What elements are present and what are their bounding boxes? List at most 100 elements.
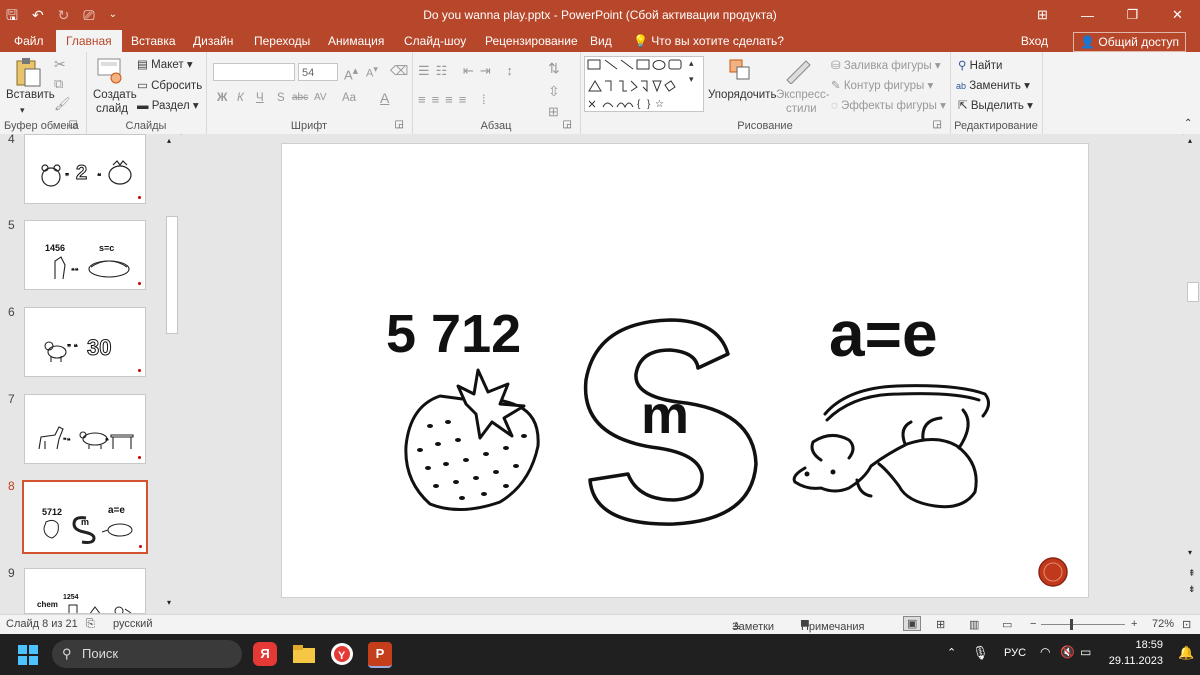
shape-outline-button[interactable]: ✎ Контур фигуры ▾ xyxy=(831,78,933,92)
shapes-icons[interactable]: {} ☆ xyxy=(585,57,703,111)
paste-button[interactable]: Вставить xyxy=(6,89,55,101)
section-button[interactable]: ▬ Раздел ▾ xyxy=(137,98,199,112)
notifications-bell-icon[interactable]: 🔔 xyxy=(1178,645,1194,661)
clock-time[interactable]: 18:59 xyxy=(1111,639,1163,651)
file-explorer-icon[interactable] xyxy=(292,642,316,666)
clear-format-icon[interactable]: ⌫ xyxy=(390,63,408,79)
share-button[interactable]: 👤 Общий доступ xyxy=(1073,32,1186,52)
new-slide-button[interactable]: Создать xyxy=(93,89,137,101)
volume-muted-icon[interactable]: 🔇 xyxy=(1060,645,1075,659)
strikethrough-button[interactable]: abc xyxy=(292,92,308,103)
input-language[interactable]: РУС xyxy=(1004,647,1026,659)
fit-slide-icon[interactable]: ⊡ xyxy=(1182,618,1191,631)
grow-font-icon[interactable]: A▴ xyxy=(344,64,358,82)
thumbnail-slide-6[interactable]: ❞ ❝ 30 xyxy=(24,307,146,377)
select-button[interactable]: ⇱ Выделить ▾ xyxy=(958,98,1033,112)
scroll-up-arrow-icon[interactable]: ▴ xyxy=(1188,136,1192,145)
restore-button[interactable]: ❐ xyxy=(1110,0,1155,30)
close-button[interactable]: ✕ xyxy=(1155,0,1200,30)
shapes-scroll-up[interactable]: ▴ xyxy=(689,58,694,69)
battery-icon[interactable]: ▭ xyxy=(1080,645,1091,659)
clipboard-launcher-icon[interactable]: ◲ xyxy=(69,119,78,130)
change-case-button[interactable]: Aa xyxy=(342,92,356,104)
paste-dropdown-icon[interactable]: ▾ xyxy=(20,105,25,116)
thumbnail-slide-4[interactable]: ❞ ❝ 2 xyxy=(24,134,146,204)
list-buttons-row[interactable]: ☰☷ ⇤⇥ ↕ xyxy=(418,63,519,79)
taskbar-search[interactable]: ⚲ Поиск xyxy=(52,640,242,668)
current-slide[interactable]: 5 712 a=e m xyxy=(281,143,1089,598)
slideshow-view-icon[interactable]: ▭ xyxy=(1002,618,1012,631)
thumbnail-slide-7[interactable]: ❞❝ ❝ xyxy=(24,394,146,464)
shadow-button[interactable]: S xyxy=(277,92,285,104)
shape-fill-button[interactable]: ⛁ Заливка фигуры ▾ xyxy=(831,58,941,72)
zoom-out-icon[interactable]: − xyxy=(1030,618,1036,630)
copy-icon[interactable]: ⧉ xyxy=(54,76,63,92)
yandex-app-icon[interactable]: Я xyxy=(253,642,277,666)
thumbnail-slide-5[interactable]: 1456 s=c ❝❝ xyxy=(24,220,146,290)
arrange-button[interactable]: Упорядочить xyxy=(708,89,776,101)
thumbnail-slide-9[interactable]: 1254 chem xyxy=(24,568,146,614)
align-buttons-row[interactable]: ≡≡≡≡ ⁞ xyxy=(418,92,492,107)
shape-effects-button[interactable]: ◌ Эффекты фигуры ▾ xyxy=(831,98,946,112)
smartart-icon[interactable]: ⊞ xyxy=(548,104,559,120)
slide-equation-text[interactable]: a=e xyxy=(829,302,938,366)
show-hidden-icons-icon[interactable]: ⌃ xyxy=(947,646,956,659)
cut-icon[interactable]: ✂ xyxy=(54,56,66,73)
tab-home[interactable]: Главная xyxy=(56,30,122,52)
font-size-box[interactable]: 54 xyxy=(298,63,338,81)
text-direction-icon[interactable]: ⇅ xyxy=(548,60,560,77)
next-slide-icon[interactable]: ⇟ xyxy=(1188,584,1196,595)
clock-date[interactable]: 29.11.2023 xyxy=(1100,655,1163,667)
find-button[interactable]: ⚲ Найти xyxy=(958,58,1002,72)
tab-transitions[interactable]: Переходы xyxy=(254,30,310,52)
arrange-icon[interactable] xyxy=(728,58,752,82)
italic-button[interactable]: К xyxy=(237,92,244,104)
tab-view[interactable]: Вид xyxy=(590,30,612,52)
layout-button[interactable]: ▤ Макет ▾ xyxy=(137,57,193,71)
drawing-launcher-icon[interactable]: ◲ xyxy=(933,119,942,130)
underline-button[interactable]: Ч xyxy=(256,92,264,104)
zoom-in-icon[interactable]: + xyxy=(1131,618,1137,630)
quick-styles-button[interactable]: Экспресс- xyxy=(776,89,830,101)
minimize-button[interactable]: — xyxy=(1065,0,1110,30)
wifi-icon[interactable]: ◠ xyxy=(1040,645,1050,659)
zoom-level[interactable]: 72% xyxy=(1152,618,1174,630)
tab-file[interactable]: Файл xyxy=(14,30,44,52)
tell-me-box[interactable]: 💡 Что вы хотите сделать? xyxy=(633,30,784,52)
spellcheck-icon[interactable]: ⎘ xyxy=(86,618,95,631)
zoom-slider-thumb[interactable] xyxy=(1070,619,1073,630)
yandex-browser-icon[interactable]: Y xyxy=(330,642,354,666)
scroll-down-arrow-icon[interactable]: ▾ xyxy=(1188,548,1192,557)
font-name-box[interactable] xyxy=(213,63,295,81)
char-spacing-button[interactable]: AV xyxy=(314,92,327,103)
quick-styles-button-line2[interactable]: стили xyxy=(786,103,817,115)
scroll-down-arrow-icon[interactable]: ▾ xyxy=(167,598,171,607)
tab-review[interactable]: Рецензирование xyxy=(485,30,578,52)
rat-picture[interactable] xyxy=(787,380,997,512)
new-slide-button-line2[interactable]: слайд xyxy=(96,103,128,115)
reset-button[interactable]: ▭ Сбросить xyxy=(137,78,202,92)
reading-view-icon[interactable]: ▥ xyxy=(969,618,979,631)
quick-styles-icon[interactable] xyxy=(784,58,812,84)
format-painter-icon[interactable]: 🖌 xyxy=(54,96,71,112)
powerpoint-app-icon[interactable]: P xyxy=(368,642,392,668)
thumbnails-scroll-thumb[interactable] xyxy=(166,216,178,334)
tab-animations[interactable]: Анимация xyxy=(328,30,384,52)
slide-scrollbar[interactable]: ▴ ▾ ⇞ ⇟ xyxy=(1184,134,1200,612)
thumbnails-scrollbar[interactable]: ▴ ▾ xyxy=(164,134,178,612)
shapes-scroll-down[interactable]: ▾ xyxy=(689,74,694,85)
shapes-gallery[interactable]: {} ☆ xyxy=(584,56,704,112)
new-slide-icon[interactable] xyxy=(96,56,124,86)
shrink-font-icon[interactable]: A▾ xyxy=(366,64,378,80)
slide-scroll-thumb[interactable] xyxy=(1187,282,1199,302)
bold-button[interactable]: Ж xyxy=(217,92,227,104)
slide-numbers-text[interactable]: 5 712 xyxy=(386,304,521,364)
signin-link[interactable]: Вход xyxy=(1021,30,1048,52)
font-launcher-icon[interactable]: ◲ xyxy=(395,119,404,130)
language-indicator[interactable]: русский xyxy=(113,618,152,630)
windows-start-icon[interactable] xyxy=(18,645,38,665)
previous-slide-icon[interactable]: ⇞ xyxy=(1188,568,1196,579)
collapse-ribbon-icon[interactable]: ⌃ xyxy=(1184,118,1192,129)
tab-insert[interactable]: Вставка xyxy=(131,30,176,52)
font-color-button[interactable]: A xyxy=(380,90,389,106)
